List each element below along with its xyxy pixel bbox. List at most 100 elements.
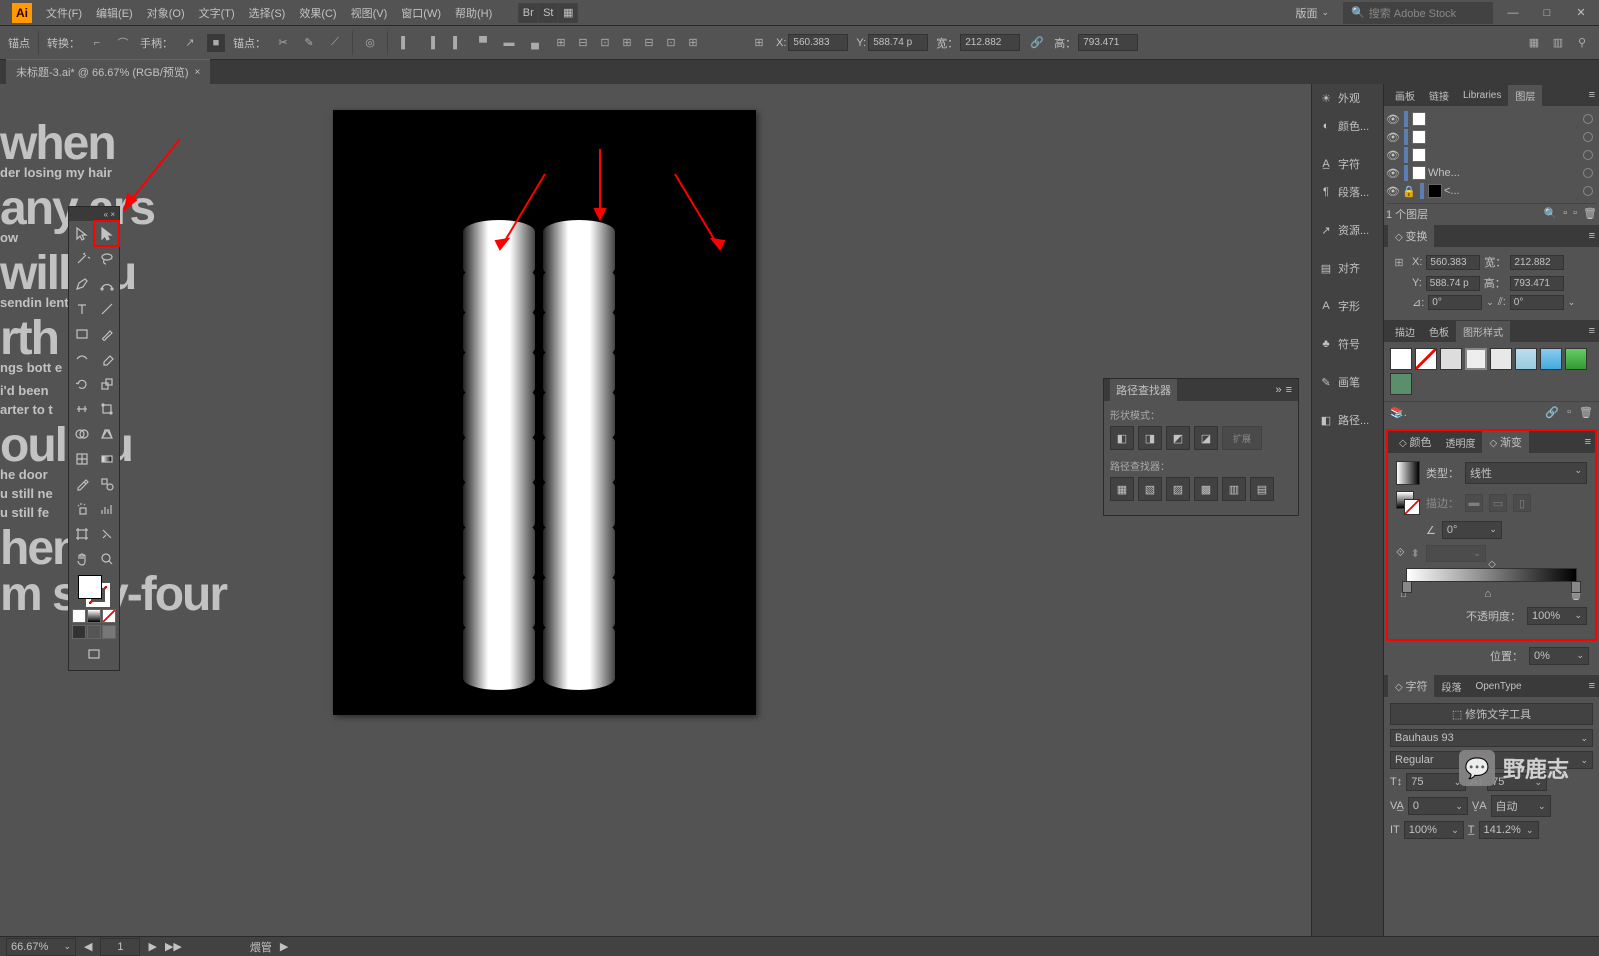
style-swatch[interactable] bbox=[1515, 348, 1537, 370]
slice-tool[interactable] bbox=[94, 521, 119, 546]
width-tool[interactable] bbox=[69, 396, 94, 421]
new-sublayer-icon[interactable]: ▫ bbox=[1563, 207, 1567, 220]
visibility-icon[interactable]: 👁 bbox=[1386, 113, 1400, 126]
style-swatch[interactable] bbox=[1540, 348, 1562, 370]
libraries-tab[interactable]: Libraries bbox=[1456, 87, 1508, 104]
delete-icon[interactable]: 🗑 bbox=[1583, 207, 1597, 220]
arrange-icon[interactable]: ▦ bbox=[558, 3, 578, 23]
style-swatch[interactable] bbox=[1440, 348, 1462, 370]
menu-effect[interactable]: 效果(C) bbox=[293, 2, 342, 24]
align-v-top-icon[interactable]: ▀ bbox=[474, 34, 492, 52]
layer-row[interactable]: 👁 bbox=[1386, 110, 1597, 128]
dock-align[interactable]: ▤对齐 bbox=[1312, 254, 1383, 282]
menu-file[interactable]: 文件(F) bbox=[40, 2, 88, 24]
dock-color[interactable]: ◐颜色... bbox=[1312, 112, 1383, 140]
style-swatch[interactable] bbox=[1465, 348, 1487, 370]
dist-icon-2[interactable]: ⊟ bbox=[574, 34, 592, 52]
visibility-icon[interactable]: 👁 bbox=[1386, 185, 1400, 198]
gradient-opacity-input[interactable]: 100%⌄ bbox=[1527, 607, 1587, 625]
perspective-tool[interactable] bbox=[94, 421, 119, 446]
workspace-dropdown[interactable]: 版面 ⌄ bbox=[1287, 2, 1337, 24]
panel-menu-icon[interactable]: ≡ bbox=[1589, 230, 1595, 242]
symbol-sprayer-tool[interactable] bbox=[69, 496, 94, 521]
unite-icon[interactable]: ◧ bbox=[1110, 426, 1134, 450]
cb-settings-icon[interactable]: ⚲ bbox=[1573, 34, 1591, 52]
dock-symbols[interactable]: ♣符号 bbox=[1312, 330, 1383, 358]
fill-stroke-swatch[interactable] bbox=[78, 575, 110, 607]
search-input[interactable]: 🔍搜索 Adobe Stock bbox=[1343, 2, 1493, 24]
aspect-icon[interactable]: ⟐ bbox=[1396, 547, 1405, 560]
link-wh-icon[interactable]: 🔗 bbox=[1028, 34, 1046, 52]
gradient-angle-input[interactable]: 0°⌄ bbox=[1442, 521, 1502, 539]
dock-pathfinder[interactable]: ◧路径... bbox=[1312, 406, 1383, 434]
connect-icon[interactable]: ⟋ bbox=[326, 34, 344, 52]
panel-menu-icon[interactable]: ≡ bbox=[1589, 325, 1595, 337]
isolate-icon[interactable]: ◎ bbox=[361, 34, 379, 52]
align-v-bottom-icon[interactable]: ▄ bbox=[526, 34, 544, 52]
graphic-styles-tab[interactable]: 图形样式 bbox=[1456, 321, 1510, 342]
zoom-tool[interactable] bbox=[94, 546, 119, 571]
panel-menu-icon[interactable]: ≡ bbox=[1589, 680, 1595, 692]
merge-icon[interactable]: ▨ bbox=[1166, 477, 1190, 501]
ref-point-icon[interactable]: ⊞ bbox=[750, 34, 768, 52]
magic-wand-tool[interactable] bbox=[69, 246, 94, 271]
tf-h-input[interactable] bbox=[1510, 276, 1564, 291]
transform-tab[interactable]: ◇ 变换 bbox=[1388, 225, 1434, 247]
artboard-nav-input[interactable]: 1 bbox=[100, 938, 140, 956]
rotate-tool[interactable] bbox=[69, 371, 94, 396]
handle-icon-1[interactable]: ↗ bbox=[181, 34, 199, 52]
lasso-tool[interactable] bbox=[94, 246, 119, 271]
library-icon[interactable]: 📚. bbox=[1390, 406, 1407, 419]
stock-icon[interactable]: St bbox=[538, 3, 558, 23]
panel-menu-icon[interactable]: ≡ bbox=[1286, 384, 1292, 396]
align-v-middle-icon[interactable]: ▬ bbox=[500, 34, 518, 52]
hand-tool[interactable] bbox=[69, 546, 94, 571]
dock-character[interactable]: A̲字符 bbox=[1312, 150, 1383, 178]
eraser-tool[interactable] bbox=[94, 346, 119, 371]
dist-icon-7[interactable]: ⊞ bbox=[684, 34, 702, 52]
pen-tool[interactable] bbox=[69, 271, 94, 296]
selection-tool[interactable] bbox=[69, 221, 94, 246]
vscale-input[interactable]: 100%⌄ bbox=[1404, 821, 1464, 839]
style-swatch[interactable] bbox=[1565, 348, 1587, 370]
dist-icon-4[interactable]: ⊞ bbox=[618, 34, 636, 52]
gradient-stop-left[interactable] bbox=[1402, 581, 1412, 593]
para-tab[interactable]: 段落 bbox=[1434, 676, 1468, 697]
color-tab[interactable]: ◇ 颜色 bbox=[1392, 431, 1438, 453]
minimize-button[interactable]: — bbox=[1499, 5, 1527, 21]
layer-row[interactable]: 👁Whe... bbox=[1386, 164, 1597, 182]
draw-inside-icon[interactable] bbox=[102, 625, 116, 639]
dock-appearance[interactable]: ☀外观 bbox=[1312, 84, 1383, 112]
artboard-prev-icon[interactable]: ◀ bbox=[84, 940, 92, 953]
crop-icon[interactable]: ▩ bbox=[1194, 477, 1218, 501]
cb-extra-1-icon[interactable]: ▦ bbox=[1525, 34, 1543, 52]
align-h-left-icon[interactable]: ▌ bbox=[396, 34, 414, 52]
style-swatch[interactable] bbox=[1490, 348, 1512, 370]
artboard-next-icon[interactable]: ▶ bbox=[148, 940, 156, 953]
pathfinder-tab[interactable]: 路径查找器 bbox=[1110, 379, 1177, 401]
tf-angle-input[interactable] bbox=[1428, 295, 1482, 310]
style-swatch[interactable] bbox=[1390, 348, 1412, 370]
dist-icon-3[interactable]: ⊡ bbox=[596, 34, 614, 52]
x-input[interactable] bbox=[788, 34, 848, 51]
minus-front-icon[interactable]: ◨ bbox=[1138, 426, 1162, 450]
convert-corner-icon[interactable]: ⌐ bbox=[88, 34, 106, 52]
tf-w-input[interactable] bbox=[1510, 255, 1564, 270]
screen-mode-icon[interactable] bbox=[82, 641, 107, 666]
menu-window[interactable]: 窗口(W) bbox=[395, 2, 447, 24]
curvature-tool[interactable] bbox=[94, 271, 119, 296]
draw-normal-icon[interactable] bbox=[72, 625, 86, 639]
ref-point-grid-icon[interactable]: ⊞ bbox=[1390, 253, 1408, 271]
visibility-icon[interactable]: 👁 bbox=[1386, 167, 1400, 180]
bridge-icon[interactable]: Br bbox=[518, 3, 538, 23]
gradient-tab[interactable]: ◇ 渐变 bbox=[1482, 431, 1528, 453]
new-layer-icon[interactable]: ▫ bbox=[1573, 207, 1577, 220]
layers-tab[interactable]: 图层 bbox=[1508, 85, 1542, 106]
menu-help[interactable]: 帮助(H) bbox=[449, 2, 498, 24]
hscale-input[interactable]: 141.2%⌄ bbox=[1479, 821, 1539, 839]
gradient-tool[interactable] bbox=[94, 446, 119, 471]
artboards-tab[interactable]: 画板 bbox=[1388, 85, 1422, 106]
swatches-tab[interactable]: 色板 bbox=[1422, 321, 1456, 342]
exclude-icon[interactable]: ◪ bbox=[1194, 426, 1218, 450]
trim-icon[interactable]: ▧ bbox=[1138, 477, 1162, 501]
